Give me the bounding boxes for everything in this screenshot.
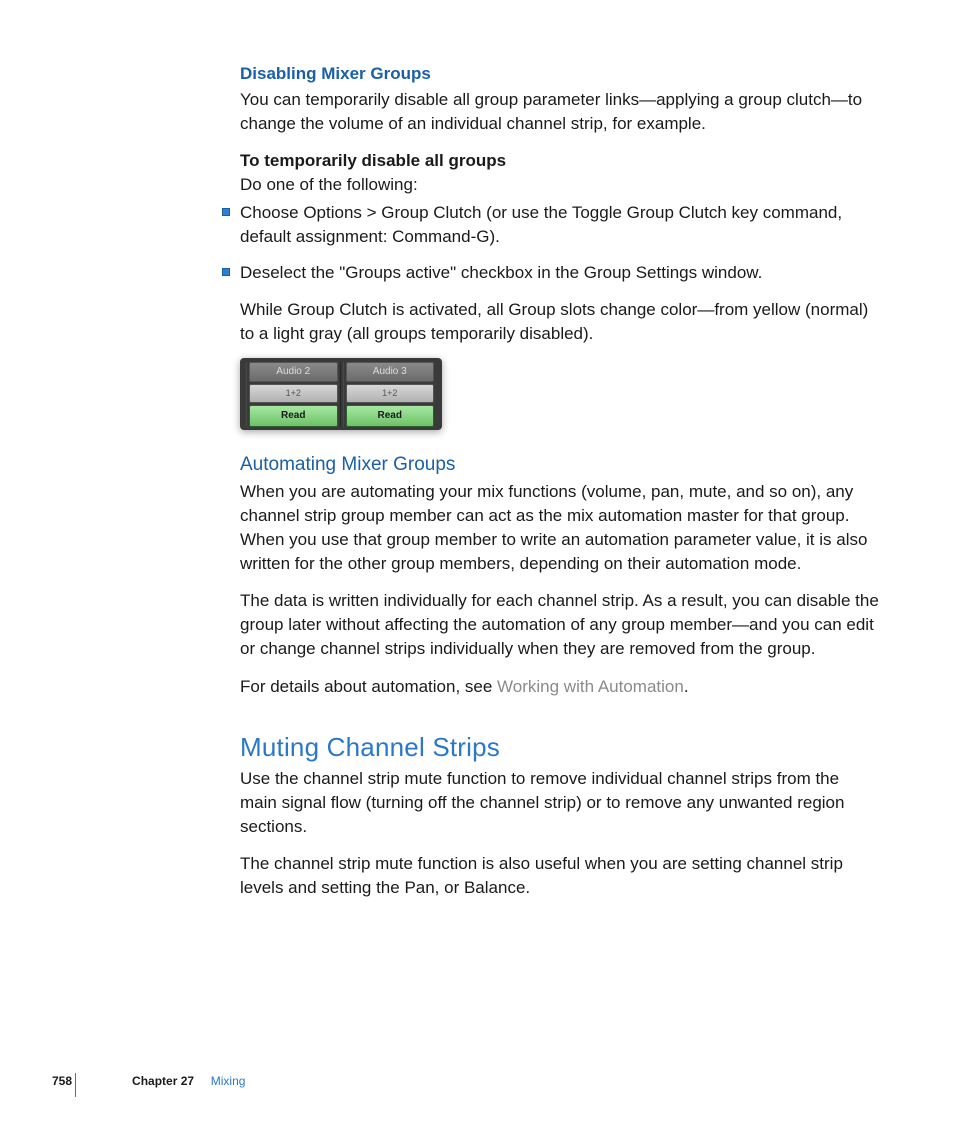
chapter-title: Mixing: [211, 1074, 246, 1088]
paragraph: When you are automating your mix functio…: [240, 480, 880, 575]
list-item: Deselect the "Groups active" checkbox in…: [222, 261, 880, 346]
paragraph: You can temporarily disable all group pa…: [240, 88, 880, 136]
strip-group-slot: 1+2: [249, 384, 338, 403]
strip-name-label: Audio 3: [346, 362, 435, 382]
list-item: Choose Options > Group Clutch (or use th…: [222, 201, 880, 249]
strip-group-slot: 1+2: [346, 384, 435, 403]
instruction-sub: Do one of the following:: [240, 175, 418, 194]
subheading-automating: Automating Mixer Groups: [240, 452, 880, 479]
paragraph: For details about automation, see Workin…: [240, 675, 880, 699]
text: For details about automation, see: [240, 677, 497, 696]
chapter-label: Chapter 27: [132, 1074, 194, 1088]
paragraph: The data is written individually for eac…: [240, 589, 880, 660]
strip-automation-mode: Read: [346, 405, 435, 427]
page-number: 758: [52, 1073, 72, 1090]
paragraph: The channel strip mute function is also …: [240, 852, 880, 900]
bullet-list: Choose Options > Group Clutch (or use th…: [222, 201, 880, 346]
channel-strip-figure: Audio 2 1+2 Read Audio 3 1+2 Read: [240, 358, 442, 430]
list-item-followup: While Group Clutch is activated, all Gro…: [240, 298, 880, 346]
list-item-text: Deselect the "Groups active" checkbox in…: [240, 263, 762, 282]
instruction-block: To temporarily disable all groups Do one…: [240, 149, 880, 197]
page-footer: 758 Chapter 27 Mixing: [52, 1073, 245, 1090]
strip-name-label: Audio 2: [249, 362, 338, 382]
subheading-disabling: Disabling Mixer Groups: [240, 62, 880, 86]
channel-strip: Audio 3 1+2 Read: [343, 362, 437, 427]
text: .: [684, 677, 689, 696]
strip-automation-mode: Read: [249, 405, 338, 427]
paragraph: Use the channel strip mute function to r…: [240, 767, 880, 838]
bold-instruction: To temporarily disable all groups: [240, 151, 506, 170]
cross-reference-link[interactable]: Working with Automation: [497, 677, 684, 696]
heading-muting: Muting Channel Strips: [240, 729, 880, 765]
channel-strip: Audio 2 1+2 Read: [246, 362, 341, 427]
